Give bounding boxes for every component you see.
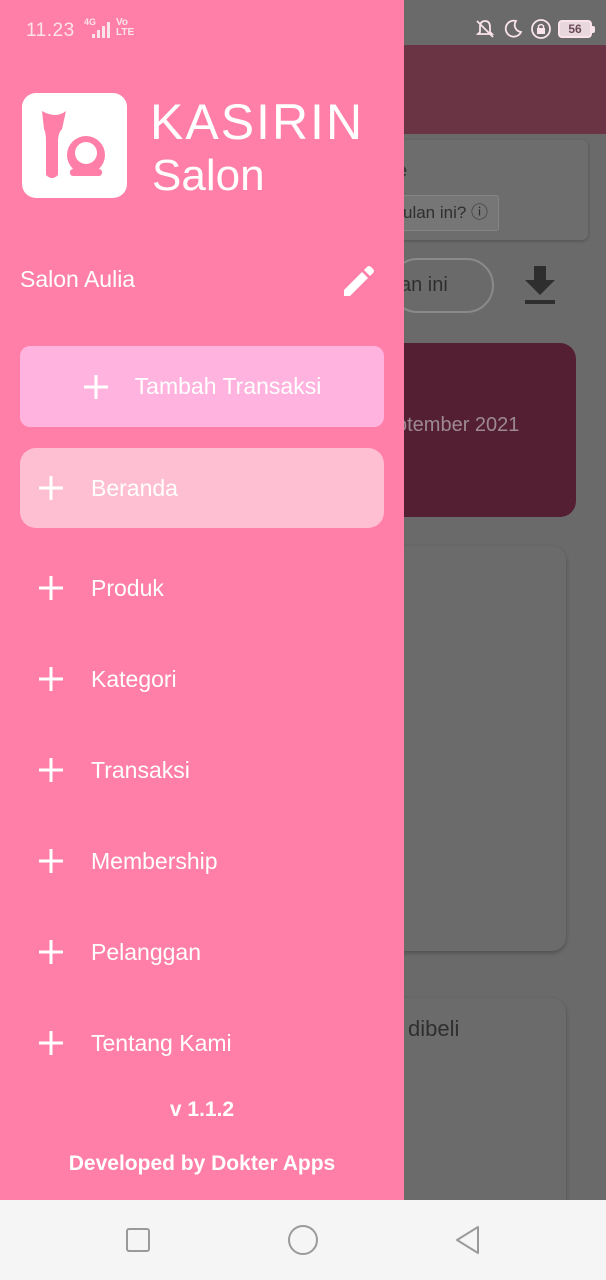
status-icons: 56	[474, 18, 595, 40]
menu-item-label: Tentang Kami	[91, 1029, 232, 1056]
plus-icon	[39, 1031, 63, 1055]
edit-store-button[interactable]	[338, 262, 378, 302]
salon-logo-icon	[42, 111, 105, 178]
menu-item-pelanggan[interactable]: Pelanggan	[20, 912, 384, 992]
recents-icon[interactable]	[118, 1220, 158, 1260]
menu-item-tentang-kami[interactable]: Tentang Kami	[20, 1003, 384, 1083]
brand-subtitle: Salon	[152, 151, 265, 200]
plus-icon	[39, 476, 63, 500]
menu-item-beranda[interactable]: Beranda	[20, 448, 384, 528]
top-products-title: dibeli	[408, 1016, 460, 1041]
store-name: Salon Aulia	[20, 266, 136, 292]
plus-icon	[39, 667, 63, 691]
lock-icon	[531, 19, 551, 39]
menu-item-label: Kategori	[91, 665, 177, 692]
add-transaction-label: Tambah Transaksi	[134, 373, 322, 399]
menu-item-label: Produk	[91, 574, 164, 601]
silent-icon	[475, 20, 495, 38]
plus-icon	[39, 940, 63, 964]
home-icon[interactable]	[283, 1220, 323, 1260]
developer-credit: Developed by Dokter Apps	[68, 1152, 336, 1175]
plus-icon	[39, 758, 63, 782]
download-icon	[525, 266, 555, 304]
app-logo	[22, 93, 127, 198]
plus-icon	[83, 374, 108, 399]
menu-item-produk[interactable]: Produk	[20, 548, 384, 628]
menu-item-label: Beranda	[91, 474, 178, 501]
period-chip: an ini	[390, 258, 494, 313]
plus-icon	[39, 576, 63, 600]
add-transaction-button[interactable]: Tambah Transaksi	[20, 346, 384, 427]
menu-item-label: Transaksi	[91, 756, 190, 783]
menu-item-kategori[interactable]: Kategori	[20, 639, 384, 719]
back-icon[interactable]	[448, 1220, 488, 1260]
menu-item-label: Membership	[91, 847, 218, 874]
info-chip: ulan ini? ⓘ	[392, 195, 500, 231]
volte-indicator: Vo LTE	[116, 18, 134, 38]
status-bar: 11.23 4G Vo LTE 56	[0, 0, 606, 60]
brand-title: KASIRIN	[150, 94, 365, 150]
status-time: 11.23	[26, 20, 75, 41]
menu-item-label: Pelanggan	[91, 938, 201, 965]
sales-date: otember 2021	[396, 414, 520, 436]
battery-icon: 56	[558, 20, 595, 38]
signal-icon	[92, 22, 110, 38]
menu-item-membership[interactable]: Membership	[20, 821, 384, 901]
volte-bottom: LTE	[116, 27, 135, 38]
pencil-icon	[344, 266, 374, 296]
system-nav-bar	[0, 1200, 606, 1280]
plus-icon	[39, 849, 63, 873]
moon-icon	[504, 19, 523, 38]
navigation-drawer: KASIRIN Salon Salon Aulia Tambah Transak…	[0, 0, 404, 1200]
menu-item-transaksi[interactable]: Transaksi	[20, 730, 384, 810]
chart-card	[380, 546, 566, 951]
app-version: v 1.1.2	[169, 1098, 235, 1121]
